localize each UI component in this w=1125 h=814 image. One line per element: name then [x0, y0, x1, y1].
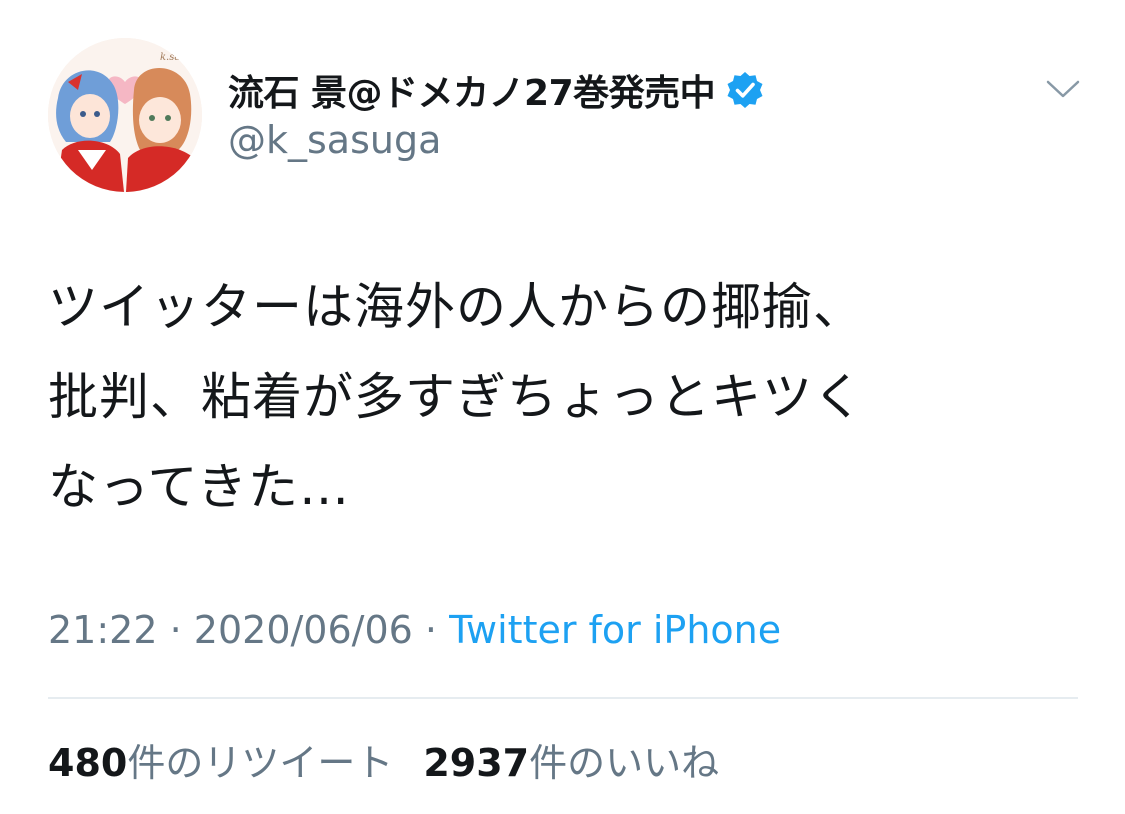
meta-separator: · [169, 608, 182, 652]
avatar-illustration: k.sasuga [48, 38, 202, 192]
tweet-source-link[interactable]: Twitter for iPhone [449, 608, 781, 652]
tweet-date: 2020/06/06 [193, 608, 413, 652]
tweet-time: 21:22 [48, 608, 158, 652]
tweet-text: ツイッターは海外の人からの揶揄、 批判、粘着が多すぎちょっとキツく なってきた… [48, 262, 1078, 532]
tweet-text-line: ツイッターは海外の人からの揶揄、 [48, 278, 864, 336]
verified-badge-icon [725, 70, 765, 110]
likes-count: 2937 [423, 741, 530, 785]
avatar-signature: k.sasuga [160, 52, 202, 63]
likes-label: 件のいいね [529, 741, 720, 785]
tweet-text-line: なってきた… [48, 458, 350, 516]
chevron-down-icon [1046, 80, 1080, 98]
tweet-menu-button[interactable] [1044, 74, 1082, 104]
avatar[interactable]: k.sasuga [48, 38, 202, 192]
retweets-stat[interactable]: 480件のリツイート [48, 741, 393, 785]
tweet-stats: 480件のリツイート 2937件のいいね [48, 732, 719, 787]
tweet-text-line: 批判、粘着が多すぎちょっとキツく [48, 368, 864, 426]
meta-separator: · [424, 608, 438, 652]
retweets-label: 件のリツイート [127, 741, 394, 785]
retweets-count: 480 [48, 741, 128, 785]
divider [48, 697, 1078, 699]
user-name-row[interactable]: 流石 景@ドメカノ27巻発売中 [228, 62, 765, 118]
user-handle[interactable]: @k_sasuga [228, 118, 441, 162]
tweet-meta: 21:22 · 2020/06/06 · Twitter for iPhone [48, 608, 781, 652]
likes-stat[interactable]: 2937件のいいね [423, 741, 719, 785]
display-name[interactable]: 流石 景@ドメカノ27巻発売中 [228, 64, 716, 116]
